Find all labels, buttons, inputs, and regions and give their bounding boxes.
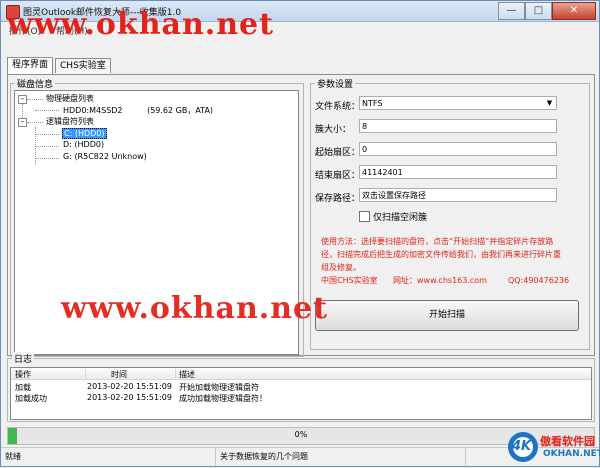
- start-sector-label: 起始扇区：: [315, 148, 361, 158]
- usage-instructions: 使用方法：选择要扫描的盘符，点击“开始扫描”并指定碎片存放路 径，扫描完成后把生…: [321, 235, 583, 274]
- watermark-middle: www.okhan.net: [61, 291, 328, 326]
- logo-url: OKHAN.NET: [543, 449, 600, 459]
- tree-connector: [27, 99, 43, 100]
- usage-line-3: 组及修复。: [321, 263, 361, 272]
- scan-free-checkbox[interactable]: [359, 211, 370, 222]
- filesystem-value: NTFS: [362, 99, 383, 108]
- app-window: 图灵Outlook邮件恢复大师---收集版1.0 — □ ✕ 操作(O) 帮助(…: [0, 0, 600, 467]
- col-time[interactable]: 时间: [111, 369, 127, 380]
- disk-name: HDD0:M4SSD2: [63, 106, 123, 115]
- tree-logical-root[interactable]: 逻辑盘符列表: [46, 116, 94, 127]
- tree-connector: [35, 146, 59, 147]
- row-op: 加载成功: [15, 394, 47, 403]
- collapse-icon[interactable]: –: [18, 95, 27, 104]
- tree-connector: [27, 122, 43, 123]
- usage-line-2: 径，扫描完成后把生成的加密文件传给我们，由我们再来进行碎片重: [321, 250, 561, 259]
- cluster-input[interactable]: 8: [359, 119, 557, 133]
- window-controls: — □ ✕: [498, 2, 596, 20]
- end-sector-input[interactable]: 41142401: [359, 165, 557, 179]
- row-desc: 成功加载物理逻辑盘符！: [179, 394, 267, 403]
- tree-drive-d[interactable]: D: (HDD0): [63, 140, 104, 149]
- tree-drive-g[interactable]: G: (R5C822 Unknow): [63, 152, 147, 161]
- tab-chs-lab[interactable]: CHS实验室: [55, 58, 111, 73]
- status-link[interactable]: 关于数据恢复的几个问题: [216, 448, 466, 466]
- disk-detail: (59.62 GB，ATA): [147, 106, 214, 115]
- scan-free-label: 仅扫描空闲簇: [373, 213, 428, 223]
- log-list[interactable]: 操作 时间 描述 加载 2013-02-20 15:51:09 开始加载物理逻辑…: [10, 367, 592, 420]
- maximize-button[interactable]: □: [525, 2, 552, 20]
- column-divider: [85, 369, 86, 378]
- collapse-icon[interactable]: –: [18, 118, 27, 127]
- tree-connector: [35, 110, 59, 111]
- log-header: 操作 时间 描述: [11, 368, 591, 380]
- site-logo: 4K 傲看软件园 OKHAN.NET: [507, 429, 600, 465]
- cluster-label: 簇大小：: [315, 125, 352, 135]
- params-group: 参数设置 文件系统： NTFS ▼ 簇大小： 8 起始扇区： 0 结束扇区： 4…: [310, 77, 590, 350]
- close-button[interactable]: ✕: [552, 2, 596, 20]
- tree-connector: [35, 158, 59, 159]
- column-divider: [175, 369, 176, 378]
- start-scan-button[interactable]: 开始扫描: [315, 300, 579, 331]
- tree-physical-disk[interactable]: HDD0:M4SSD2 (59.62 GB，ATA): [63, 105, 213, 116]
- usage-line-1: 使用方法：选择要扫描的盘符，点击“开始扫描”并指定碎片存放路: [321, 237, 554, 246]
- tree-physical-root[interactable]: 物理硬盘列表: [46, 93, 94, 104]
- row-time: 2013-02-20 15:51:09: [87, 382, 172, 391]
- filesystem-select[interactable]: NTFS ▼: [359, 96, 557, 110]
- col-operation[interactable]: 操作: [15, 369, 31, 380]
- status-state: 就绪: [1, 448, 216, 466]
- lab-name: 中国CHS实验室: [321, 276, 378, 285]
- log-group: 日志 操作 时间 描述 加载 2013-02-20 15:51:09 开始加载物…: [7, 352, 595, 422]
- logo-badge: 4K: [512, 439, 532, 454]
- row-op: 加载: [15, 383, 31, 392]
- tree-connector: [35, 134, 59, 135]
- save-path-input[interactable]: 双击设置保存路径: [359, 188, 557, 202]
- qq-number: QQ:490476236: [508, 276, 570, 285]
- chevron-down-icon[interactable]: ▼: [544, 98, 555, 108]
- filesystem-label: 文件系统：: [315, 102, 361, 112]
- end-sector-label: 结束扇区：: [315, 171, 361, 181]
- start-sector-input[interactable]: 0: [359, 142, 557, 156]
- params-label: 参数设置: [315, 77, 356, 90]
- row-time: 2013-02-20 15:51:09: [87, 393, 172, 402]
- tab-bar: 程序界面 CHS实验室: [7, 57, 113, 74]
- logo-brand: 傲看软件园: [540, 435, 595, 448]
- tree-drive-c[interactable]: C: (HDD0): [62, 128, 107, 139]
- minimize-button[interactable]: —: [498, 2, 525, 20]
- watermark-top: www.okhan.net: [7, 7, 274, 42]
- website[interactable]: 网址：www.chs163.com: [393, 274, 487, 287]
- save-path-label: 保存路径：: [315, 194, 361, 204]
- row-desc: 开始加载物理逻辑盘符: [179, 383, 259, 392]
- tab-program[interactable]: 程序界面: [7, 57, 54, 74]
- col-description[interactable]: 描述: [179, 369, 195, 380]
- log-label: 日志: [12, 352, 35, 365]
- disk-info-label: 磁盘信息: [15, 77, 56, 90]
